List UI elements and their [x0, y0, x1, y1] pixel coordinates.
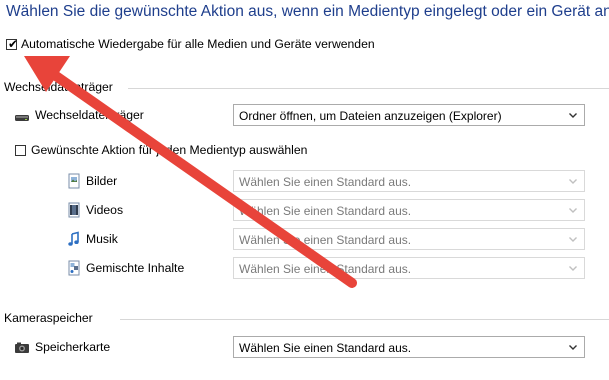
select-value: Wählen Sie einen Standard aus.	[239, 175, 412, 189]
section-divider	[128, 88, 609, 89]
select-value: Wählen Sie einen Standard aus.	[239, 262, 412, 276]
autoplay-checkbox[interactable]: ✔	[6, 37, 19, 51]
section-divider	[120, 319, 609, 320]
mixed-content-icon	[68, 260, 80, 276]
chevron-down-icon	[569, 266, 577, 271]
memory-card-label: Speicherkarte	[35, 340, 111, 354]
chevron-down-icon	[569, 345, 577, 350]
video-icon	[68, 202, 80, 218]
videos-action-select[interactable]: Wählen Sie einen Standard aus.	[233, 199, 585, 221]
section-title-camera: Kameraspeicher	[4, 311, 93, 325]
removable-drive-action-select[interactable]: Ordner öffnen, um Dateien anzuzeigen (Ex…	[233, 104, 585, 126]
section-title-removable: Wechseldatenträger	[4, 80, 113, 94]
select-value: Ordner öffnen, um Dateien anzuzeigen (Ex…	[239, 109, 502, 123]
checkmark-icon: ✔	[8, 37, 19, 51]
media-label-videos: Videos	[86, 203, 124, 217]
gemischte-inhalte-action-select[interactable]: Wählen Sie einen Standard aus.	[233, 257, 585, 279]
bilder-action-select[interactable]: Wählen Sie einen Standard aus.	[233, 170, 585, 192]
media-label-gemischte-inhalte: Gemischte Inhalte	[86, 261, 185, 275]
per-media-label[interactable]: Gewünschte Aktion für jeden Medientyp au…	[31, 143, 307, 157]
removable-drive-label: Wechseldatenträger	[35, 108, 144, 122]
chevron-down-icon	[569, 113, 577, 118]
musik-action-select[interactable]: Wählen Sie einen Standard aus.	[233, 228, 585, 250]
media-label-bilder: Bilder	[86, 174, 118, 188]
chevron-down-icon	[569, 208, 577, 213]
select-value: Wählen Sie einen Standard aus.	[239, 204, 412, 218]
media-label-musik: Musik	[86, 232, 118, 246]
autoplay-label[interactable]: Automatische Wiedergabe für alle Medien …	[21, 37, 375, 51]
chevron-down-icon	[569, 179, 577, 184]
removable-drive-icon	[15, 115, 29, 121]
memory-card-action-select[interactable]: Wählen Sie einen Standard aus.	[233, 336, 585, 358]
page-heading: Wählen Sie die gewünschte Aktion aus, we…	[6, 3, 609, 20]
music-icon	[68, 231, 79, 246]
memory-card-icon	[15, 342, 29, 353]
select-value: Wählen Sie einen Standard aus.	[239, 233, 412, 247]
select-value: Wählen Sie einen Standard aus.	[239, 341, 412, 355]
chevron-down-icon	[569, 237, 577, 242]
per-media-checkbox[interactable]	[15, 145, 26, 156]
picture-icon	[68, 173, 80, 189]
